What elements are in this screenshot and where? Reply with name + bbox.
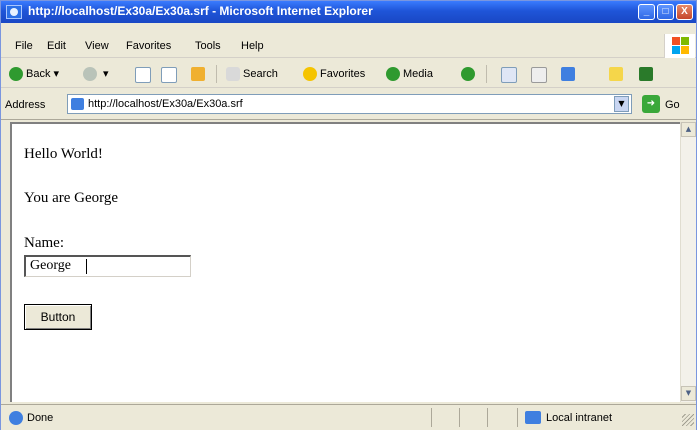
media-label: Media [403,68,433,80]
intranet-icon [525,411,541,424]
address-field[interactable]: http://localhost/Ex30a/Ex30a.srf [67,94,632,114]
page-icon [71,98,84,110]
you-are-text: You are George [24,190,119,206]
menu-help[interactable]: Help [241,40,264,52]
messenger-icon[interactable] [639,67,653,81]
close-button[interactable]: X [676,4,693,20]
forward-arrow-icon [83,67,97,82]
search-button[interactable]: Search [226,65,278,83]
menu-edit[interactable]: Edit [47,40,66,52]
greeting-text: Hello World! [24,146,103,162]
history-icon[interactable] [461,67,475,81]
window-title: http://localhost/Ex30a/Ex30a.srf - Micro… [28,4,373,18]
edit-icon[interactable] [561,67,575,81]
back-arrow-icon [9,67,23,82]
star-icon [303,67,317,82]
address-bar: Address http://localhost/Ex30a/Ex30a.srf… [1,91,696,120]
status-panel [459,408,488,427]
back-button[interactable]: Back ▾ [9,65,59,83]
media-icon [386,67,400,82]
done-icon [9,411,23,425]
name-input[interactable]: George [24,255,191,277]
menu-bar: File Edit View Favorites Tools Help [1,35,696,58]
ie-icon [6,5,22,19]
search-icon [226,67,240,82]
refresh-icon[interactable] [161,67,177,83]
stop-icon[interactable] [135,67,151,83]
status-panel [431,408,460,427]
standard-toolbar: Back ▾ ▾ Search Favorites Media [1,61,696,88]
name-label: Name: [24,235,64,251]
go-arrow-icon[interactable]: ➜ [642,95,660,113]
menu-favorites[interactable]: Favorites [126,40,171,52]
go-label[interactable]: Go [665,99,680,111]
resize-grip[interactable] [682,414,694,426]
status-panel [487,408,518,427]
favorites-label: Favorites [320,68,366,80]
toolbar-separator [216,65,217,83]
minimize-button[interactable]: _ [638,4,655,20]
media-button[interactable]: Media [386,65,433,83]
favorites-button[interactable]: Favorites [303,65,365,83]
mail-icon[interactable] [501,67,517,83]
forward-button[interactable]: ▾ [83,65,109,83]
vertical-scrollbar[interactable]: ▲ ▼ [680,122,696,402]
windows-logo-icon [664,34,695,58]
zone-text: Local intranet [546,412,613,424]
status-bar: Done Local intranet [1,404,696,430]
scroll-down-button[interactable]: ▼ [681,386,696,401]
maximize-button[interactable]: □ [657,4,674,20]
toolbar-separator [486,65,487,83]
scroll-up-button[interactable]: ▲ [681,122,696,137]
menu-view[interactable]: View [85,40,109,52]
browser-window: http://localhost/Ex30a/Ex30a.srf - Micro… [0,0,697,430]
page-content: Hello World! You are George Name: George… [10,122,680,402]
submit-button[interactable]: Button [24,304,92,330]
address-label: Address [5,99,46,111]
back-label: Back [26,68,51,80]
address-dropdown-button[interactable]: ▼ [614,96,629,112]
menu-file[interactable]: File [15,40,33,52]
print-icon[interactable] [531,67,547,83]
address-url[interactable]: http://localhost/Ex30a/Ex30a.srf [88,98,243,110]
home-icon[interactable] [191,67,205,81]
search-label: Search [243,68,278,80]
menu-tools[interactable]: Tools [195,40,221,52]
status-text: Done [27,412,54,424]
title-bar[interactable]: http://localhost/Ex30a/Ex30a.srf - Micro… [1,1,696,23]
discuss-icon[interactable] [609,67,623,81]
